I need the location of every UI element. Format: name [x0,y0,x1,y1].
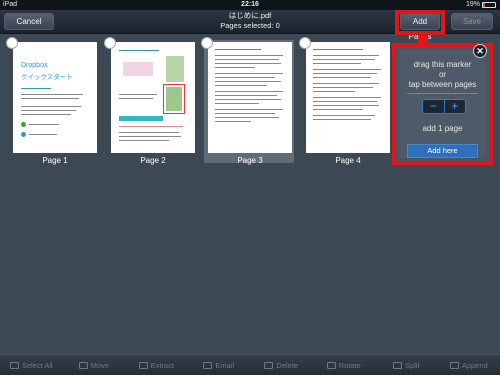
trash-icon [264,361,274,369]
page-preview [306,42,390,153]
highlight-connector [418,35,428,43]
battery-indicator: 19% [466,0,496,10]
page-heading: Dropbox [21,62,48,69]
instruction-line: or [438,70,447,79]
email-icon [203,361,213,369]
rotate-button[interactable]: Rotate [313,355,376,375]
page-select-checkbox[interactable] [6,37,18,49]
select-all-icon [9,361,19,369]
marker-panel: drag this marker or tap between pages − … [399,50,486,158]
add-here-button[interactable]: Add here [407,144,478,158]
move-button[interactable]: Move [63,355,126,375]
page-select-checkbox[interactable] [104,37,116,49]
page-preview [111,42,195,153]
instruction-line: tap between pages [408,80,477,89]
extract-icon [138,361,148,369]
extract-button[interactable]: Extract [125,355,188,375]
increment-button[interactable]: + [443,100,465,113]
marker-instructions: drag this marker or tap between pages [399,60,486,90]
move-icon [78,361,88,369]
page-subheading: クイックスタート [21,74,73,81]
divider [407,93,478,94]
split-icon [392,361,402,369]
save-button[interactable]: Save [451,13,493,30]
page-label: Page 4 [335,156,361,165]
rotate-icon [326,361,336,369]
page-select-checkbox[interactable] [299,37,311,49]
add-count-text: add 1 page [422,124,463,133]
battery-icon [482,2,496,8]
instruction-line: drag this marker [413,60,472,69]
page-label: Page 2 [140,156,166,165]
page-preview [208,42,292,153]
clock: 22:16 [241,1,259,8]
page-label: Page 3 [237,156,263,165]
page-label: Page 1 [42,156,68,165]
close-icon[interactable]: ✕ [473,44,487,58]
page-count-stepper[interactable]: − + [422,99,466,114]
split-button[interactable]: Split [375,355,438,375]
delete-button[interactable]: Delete [250,355,313,375]
status-bar: iPad 22:16 19% [0,0,500,10]
email-button[interactable]: Email [188,355,251,375]
decrement-button[interactable]: − [423,100,444,113]
insert-page-marker[interactable]: drag this marker or tap between pages − … [392,43,493,165]
add-pages-highlight [395,10,445,35]
append-button[interactable]: Append [438,355,500,375]
page-select-checkbox[interactable] [201,37,213,49]
battery-percent: 19% [465,1,480,8]
page-preview: Dropbox クイックスタート [13,42,97,153]
bottom-toolbar: Select All Move Extract Email Delete Rot… [0,354,500,375]
select-all-button[interactable]: Select All [0,355,63,375]
append-icon [449,361,459,369]
